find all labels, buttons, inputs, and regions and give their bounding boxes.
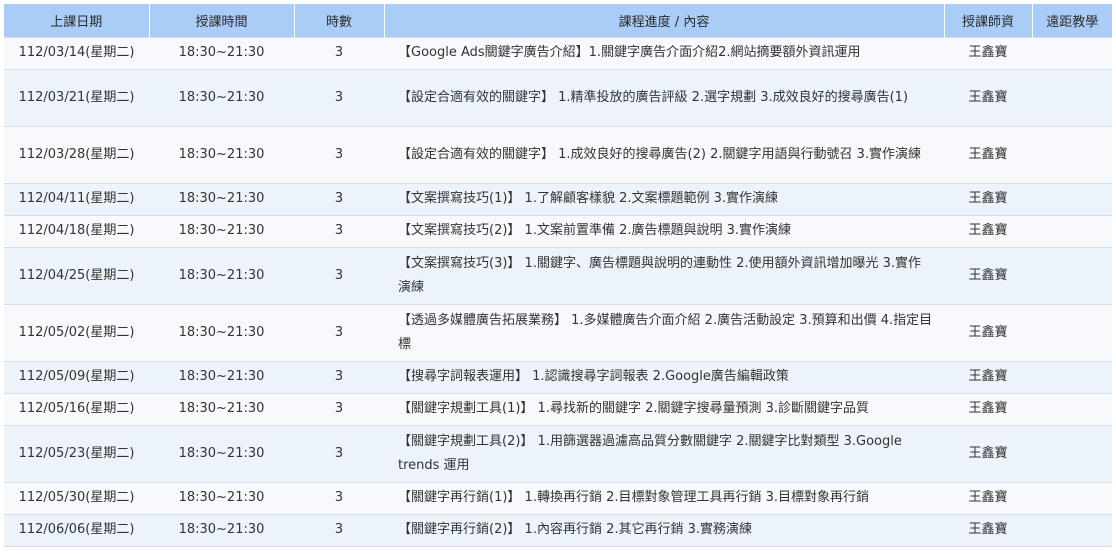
cell-hours: 3 <box>294 424 384 482</box>
cell-time: 18:30~21:30 <box>149 392 294 425</box>
table-row: 112/03/21(星期二) 18:30~21:30 3 【設定合適有效的關鍵字… <box>4 68 1112 126</box>
cell-time: 18:30~21:30 <box>149 125 294 183</box>
cell-date: 112/03/14(星期二) <box>4 36 149 69</box>
cell-remote <box>1032 214 1112 247</box>
cell-hours: 3 <box>294 36 384 69</box>
table-header-row: 上課日期 授課時間 時數 課程進度 / 內容 授課師資 遠距教學 <box>4 4 1112 37</box>
cell-content: 【文案撰寫技巧(2)】 1.文案前置準備 2.廣告標題與說明 3.實作演練 <box>384 214 944 247</box>
cell-hours: 3 <box>294 513 384 547</box>
cell-teacher: 王鑫寶 <box>944 513 1032 547</box>
header-hours: 時數 <box>294 4 385 37</box>
table-row: 112/05/02(星期二) 18:30~21:30 3 【透過多媒體廣告拓展業… <box>4 303 1112 361</box>
cell-hours: 3 <box>294 246 384 304</box>
cell-content: 【關鍵字再行銷(2)】 1.內容再行銷 2.其它再行銷 3.實務演練 <box>384 513 944 547</box>
cell-teacher: 王鑫寶 <box>944 481 1032 514</box>
cell-date: 112/03/21(星期二) <box>4 68 149 126</box>
cell-remote <box>1032 125 1112 183</box>
cell-teacher: 王鑫寶 <box>944 125 1032 183</box>
cell-teacher: 王鑫寶 <box>944 392 1032 425</box>
cell-date: 112/04/25(星期二) <box>4 246 149 304</box>
header-time: 授課時間 <box>149 4 295 37</box>
cell-teacher: 王鑫寶 <box>944 303 1032 361</box>
table-row: 112/04/18(星期二) 18:30~21:30 3 【文案撰寫技巧(2)】… <box>4 214 1112 247</box>
cell-remote <box>1032 182 1112 215</box>
table-row: 112/04/11(星期二) 18:30~21:30 3 【文案撰寫技巧(1)】… <box>4 182 1112 215</box>
cell-remote <box>1032 68 1112 126</box>
cell-time: 18:30~21:30 <box>149 182 294 215</box>
table-row: 112/05/23(星期二) 18:30~21:30 3 【關鍵字規劃工具(2)… <box>4 424 1112 482</box>
cell-hours: 3 <box>294 392 384 425</box>
cell-date: 112/05/16(星期二) <box>4 392 149 425</box>
table-row: 112/05/16(星期二) 18:30~21:30 3 【關鍵字規劃工具(1)… <box>4 392 1112 425</box>
header-content: 課程進度 / 內容 <box>384 4 945 37</box>
cell-teacher: 王鑫寶 <box>944 68 1032 126</box>
header-teacher: 授課師資 <box>944 4 1033 37</box>
course-schedule-table: 上課日期 授課時間 時數 課程進度 / 內容 授課師資 遠距教學 112/03/… <box>4 4 1112 547</box>
cell-time: 18:30~21:30 <box>149 246 294 304</box>
cell-time: 18:30~21:30 <box>149 481 294 514</box>
cell-teacher: 王鑫寶 <box>944 214 1032 247</box>
cell-time: 18:30~21:30 <box>149 303 294 361</box>
cell-remote <box>1032 481 1112 514</box>
cell-date: 112/05/23(星期二) <box>4 424 149 482</box>
table-row: 112/06/06(星期二) 18:30~21:30 3 【關鍵字再行銷(2)】… <box>4 513 1112 547</box>
cell-remote <box>1032 392 1112 425</box>
cell-content: 【設定合適有效的關鍵字】 1.精準投放的廣告評級 2.選字規劃 3.成效良好的搜… <box>384 68 944 126</box>
cell-teacher: 王鑫寶 <box>944 182 1032 215</box>
cell-teacher: 王鑫寶 <box>944 360 1032 393</box>
cell-hours: 3 <box>294 214 384 247</box>
cell-time: 18:30~21:30 <box>149 36 294 69</box>
cell-time: 18:30~21:30 <box>149 360 294 393</box>
cell-hours: 3 <box>294 68 384 126</box>
table-row: 112/04/25(星期二) 18:30~21:30 3 【文案撰寫技巧(3)】… <box>4 246 1112 304</box>
cell-content: 【關鍵字再行銷(1)】 1.轉換再行銷 2.目標對象管理工具再行銷 3.目標對象… <box>384 481 944 514</box>
cell-hours: 3 <box>294 125 384 183</box>
cell-content: 【搜尋字詞報表運用】 1.認識搜尋字詞報表 2.Google廣告編輯政策 <box>384 360 944 393</box>
course-schedule: 上課日期 授課時間 時數 課程進度 / 內容 授課師資 遠距教學 112/03/… <box>4 4 1112 547</box>
cell-date: 112/06/06(星期二) <box>4 513 149 547</box>
table-row: 112/05/30(星期二) 18:30~21:30 3 【關鍵字再行銷(1)】… <box>4 481 1112 514</box>
cell-content: 【文案撰寫技巧(1)】 1.了解顧客樣貌 2.文案標題範例 3.實作演練 <box>384 182 944 215</box>
cell-remote <box>1032 36 1112 69</box>
cell-date: 112/04/11(星期二) <box>4 182 149 215</box>
cell-teacher: 王鑫寶 <box>944 424 1032 482</box>
cell-remote <box>1032 513 1112 547</box>
cell-time: 18:30~21:30 <box>149 214 294 247</box>
cell-remote <box>1032 246 1112 304</box>
cell-time: 18:30~21:30 <box>149 513 294 547</box>
cell-hours: 3 <box>294 303 384 361</box>
cell-time: 18:30~21:30 <box>149 424 294 482</box>
cell-remote <box>1032 424 1112 482</box>
cell-remote <box>1032 360 1112 393</box>
cell-content: 【文案撰寫技巧(3)】 1.關鍵字、廣告標題與說明的連動性 2.使用額外資訊增加… <box>384 246 944 304</box>
header-remote: 遠距教學 <box>1032 4 1112 37</box>
cell-date: 112/05/02(星期二) <box>4 303 149 361</box>
cell-time: 18:30~21:30 <box>149 68 294 126</box>
cell-hours: 3 <box>294 360 384 393</box>
cell-date: 112/03/28(星期二) <box>4 125 149 183</box>
cell-teacher: 王鑫寶 <box>944 36 1032 69</box>
table-row: 112/05/09(星期二) 18:30~21:30 3 【搜尋字詞報表運用】 … <box>4 360 1112 393</box>
table-row: 112/03/28(星期二) 18:30~21:30 3 【設定合適有效的關鍵字… <box>4 125 1112 183</box>
cell-content: 【關鍵字規劃工具(1)】 1.尋找新的關鍵字 2.關鍵字搜尋量預測 3.診斷關鍵… <box>384 392 944 425</box>
table-row: 112/03/14(星期二) 18:30~21:30 3 【Google Ads… <box>4 36 1112 69</box>
cell-hours: 3 <box>294 182 384 215</box>
cell-date: 112/05/09(星期二) <box>4 360 149 393</box>
cell-date: 112/05/30(星期二) <box>4 481 149 514</box>
header-date: 上課日期 <box>4 4 150 37</box>
cell-teacher: 王鑫寶 <box>944 246 1032 304</box>
cell-date: 112/04/18(星期二) <box>4 214 149 247</box>
cell-content: 【Google Ads關鍵字廣告介紹】1.關鍵字廣告介面介紹2.網站摘要額外資訊… <box>384 36 944 69</box>
cell-content: 【關鍵字規劃工具(2)】 1.用篩選器過濾高品質分數關鍵字 2.關鍵字比對類型 … <box>384 424 944 482</box>
cell-remote <box>1032 303 1112 361</box>
cell-content: 【設定合適有效的關鍵字】 1.成效良好的搜尋廣告(2) 2.關鍵字用語與行動號召… <box>384 125 944 183</box>
cell-content: 【透過多媒體廣告拓展業務】 1.多媒體廣告介面介紹 2.廣告活動設定 3.預算和… <box>384 303 944 361</box>
cell-hours: 3 <box>294 481 384 514</box>
